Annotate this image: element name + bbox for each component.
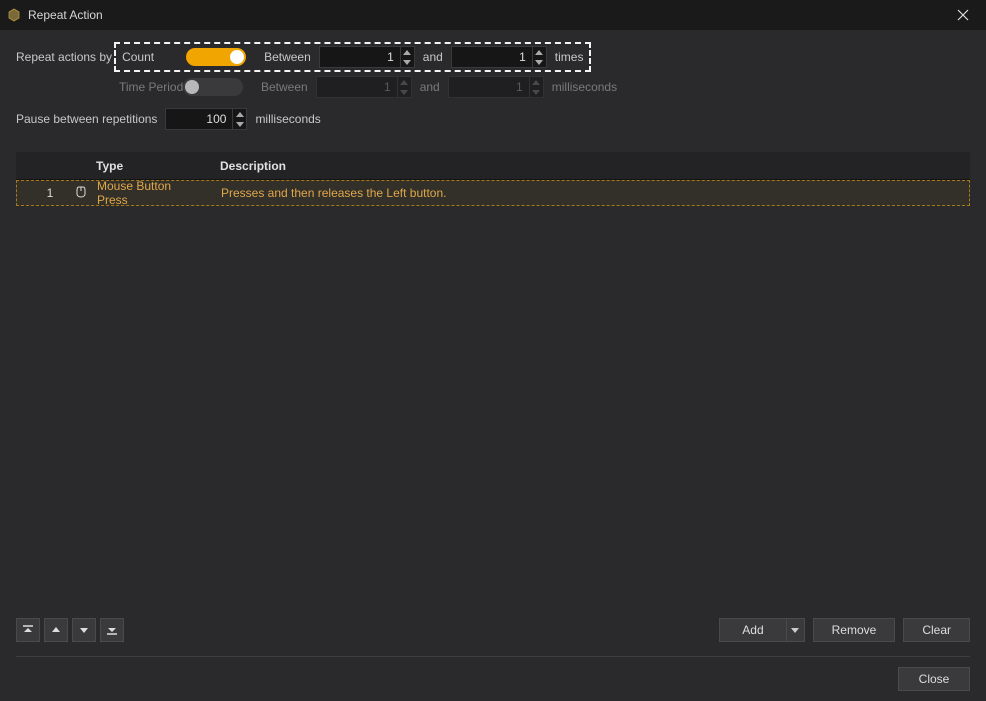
count-toggle[interactable] xyxy=(186,48,246,66)
time-unit-label: milliseconds xyxy=(552,80,617,94)
count-between-label: Between xyxy=(264,50,311,64)
time-between-label: Between xyxy=(261,80,308,94)
time-to-up xyxy=(530,77,543,87)
move-bottom-button[interactable] xyxy=(100,618,124,642)
count-label: Count xyxy=(122,50,182,64)
time-to-down xyxy=(530,87,543,97)
move-top-button[interactable] xyxy=(16,618,40,642)
header-type: Type xyxy=(88,159,212,173)
app-icon xyxy=(6,7,22,23)
row-description: Presses and then releases the Left butto… xyxy=(213,186,969,200)
window-close-button[interactable] xyxy=(940,0,986,30)
window-title: Repeat Action xyxy=(28,8,103,22)
time-toggle[interactable] xyxy=(183,78,243,96)
count-mode-highlight: Count Between 1 and 1 times xyxy=(114,42,591,72)
count-unit-label: times xyxy=(555,50,584,64)
count-and-label: and xyxy=(423,50,443,64)
row-type: Mouse Button Press xyxy=(89,180,213,207)
titlebar: Repeat Action xyxy=(0,0,986,30)
move-up-button[interactable] xyxy=(44,618,68,642)
count-to-down[interactable] xyxy=(533,57,546,67)
pause-input[interactable]: 100 xyxy=(165,108,247,130)
header-description: Description xyxy=(212,159,970,173)
add-dropdown[interactable] xyxy=(787,618,805,642)
row-index: 1 xyxy=(33,186,67,200)
divider xyxy=(16,656,970,657)
drag-handle-icon[interactable] xyxy=(17,188,33,198)
pause-down[interactable] xyxy=(233,119,246,129)
count-from-input[interactable]: 1 xyxy=(319,46,415,68)
time-from-up xyxy=(398,77,411,87)
clear-button[interactable]: Clear xyxy=(903,618,970,642)
time-label: Time Period xyxy=(119,80,179,94)
pause-label: Pause between repetitions xyxy=(16,112,157,126)
close-button[interactable]: Close xyxy=(898,667,970,691)
add-button[interactable]: Add xyxy=(719,618,786,642)
time-from-down xyxy=(398,87,411,97)
count-from-down[interactable] xyxy=(401,57,414,67)
time-and-label: and xyxy=(420,80,440,94)
actions-table: Type Description 1 Mouse Button Press Pr… xyxy=(16,152,970,610)
repeat-by-label: Repeat actions by xyxy=(16,50,112,64)
remove-button[interactable]: Remove xyxy=(813,618,896,642)
pause-up[interactable] xyxy=(233,109,246,119)
table-header: Type Description xyxy=(16,152,970,180)
time-to-input: 1 xyxy=(448,76,544,98)
move-down-button[interactable] xyxy=(72,618,96,642)
table-row[interactable]: 1 Mouse Button Press Presses and then re… xyxy=(16,180,970,206)
mouse-icon xyxy=(67,186,89,201)
pause-unit-label: milliseconds xyxy=(255,112,320,126)
count-from-up[interactable] xyxy=(401,47,414,57)
time-from-input: 1 xyxy=(316,76,412,98)
count-to-input[interactable]: 1 xyxy=(451,46,547,68)
count-to-up[interactable] xyxy=(533,47,546,57)
